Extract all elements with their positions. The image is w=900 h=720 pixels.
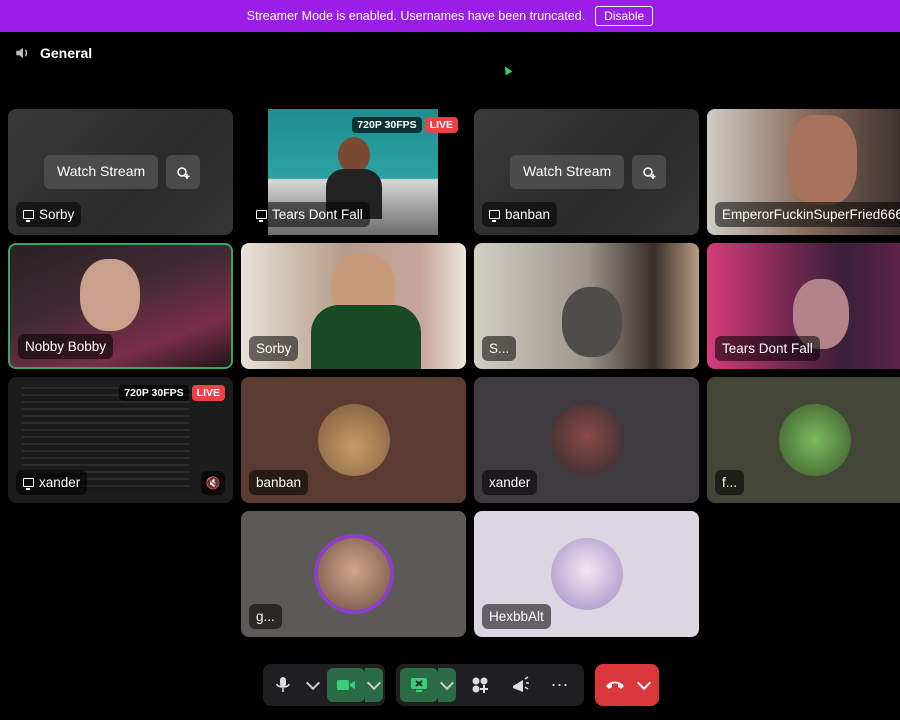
microphone-button[interactable] [263, 668, 303, 702]
screen-share-icon [23, 478, 34, 490]
disconnect-options-button[interactable] [635, 668, 653, 702]
participant-name: xander [16, 470, 88, 495]
participant-name: g... [249, 604, 282, 629]
popout-watch-icon[interactable] [166, 155, 201, 189]
video-tile-tears-dont-fall[interactable]: Tears Dont Fall [707, 243, 900, 369]
avatar-tile-g[interactable]: g... [241, 511, 466, 637]
more-options-button[interactable]: ⋯ [540, 668, 580, 702]
channel-name: General [40, 45, 93, 61]
participant-video [562, 287, 622, 357]
camera-options-button[interactable] [365, 668, 383, 702]
avatar-tile-xander[interactable]: xander [474, 377, 699, 503]
hang-up-icon [606, 681, 624, 689]
participant-name: f... [715, 470, 745, 495]
avatar [317, 538, 390, 610]
banner-message: Streamer Mode is enabled. Usernames have… [246, 9, 586, 23]
avatar [779, 404, 852, 476]
stream-tile-xander[interactable]: 720P 30FPS LIVE 🔇 xander [8, 377, 233, 503]
participant-video [80, 259, 140, 331]
stream-tile-tears-dont-fall[interactable]: 720P 30FPS LIVE Tears Dont Fall [241, 109, 466, 235]
participant-name: Nobby Bobby [18, 334, 114, 359]
chevron-down-icon [636, 675, 652, 691]
streamer-mode-banner: Streamer Mode is enabled. Usernames have… [0, 0, 900, 32]
participant-name: Tears Dont Fall [715, 336, 820, 361]
quality-badge: 720P 30FPS [119, 385, 189, 401]
activities-icon [472, 677, 488, 693]
participant-video [787, 115, 857, 205]
microphone-options-button[interactable] [303, 668, 323, 702]
chevron-down-icon [439, 675, 455, 691]
live-badge: LIVE [191, 385, 225, 401]
chevron-down-icon [305, 675, 321, 691]
video-tile-s[interactable]: S... [474, 243, 699, 369]
screen-share-icon [23, 210, 34, 222]
screen-share-icon [256, 210, 267, 222]
participant-name: EmperorFuckinSuperFried666 [715, 202, 900, 227]
speaker-icon [16, 47, 28, 59]
popout-watch-icon[interactable] [632, 155, 667, 189]
disconnect-button[interactable] [595, 668, 635, 702]
soundboard-button[interactable] [500, 668, 540, 702]
channel-header: General [14, 44, 92, 62]
stream-tile-banban[interactable]: Watch Stream banban [474, 109, 699, 235]
camera-icon [337, 680, 355, 690]
video-tile-sorby[interactable]: Sorby [241, 243, 466, 369]
participant-name: banban [249, 470, 309, 495]
screen-share-icon [489, 210, 500, 222]
disconnect-controls [595, 664, 659, 706]
avatar [550, 538, 623, 610]
avatar-tile-banban[interactable]: banban [241, 377, 466, 503]
stream-tile-sorby[interactable]: Watch Stream Sorby [8, 109, 233, 235]
soundboard-icon [513, 676, 529, 692]
avatar [317, 404, 390, 476]
participant-name: Sorby [16, 202, 82, 227]
participant-name: banban [482, 202, 558, 227]
live-badge: LIVE [424, 117, 458, 133]
watch-stream-button[interactable]: Watch Stream [510, 155, 625, 189]
avatar-tile-hexbbalt[interactable]: HexbbAlt [474, 511, 699, 637]
mouse-cursor [501, 64, 513, 76]
participant-name: Tears Dont Fall [249, 202, 370, 227]
participant-name: Sorby [249, 336, 299, 361]
camera-button[interactable] [327, 668, 365, 702]
more-icon: ⋯ [550, 674, 570, 695]
screen-share-options-button[interactable] [438, 668, 456, 702]
participant-name: xander [482, 470, 538, 495]
video-tile-emperor[interactable]: EmperorFuckinSuperFried666 [707, 109, 900, 235]
video-tile-nobby-bobby[interactable]: Nobby Bobby [8, 243, 233, 369]
microphone-icon [276, 677, 290, 692]
activities-button[interactable] [460, 668, 500, 702]
screen-share-button[interactable] [400, 668, 438, 702]
screen-share-icon [411, 678, 427, 692]
disable-button[interactable]: Disable [595, 6, 654, 26]
activity-controls: ⋯ [396, 664, 584, 706]
stream-muted-icon[interactable]: 🔇 [201, 471, 225, 495]
watch-stream-button[interactable]: Watch Stream [44, 155, 159, 189]
quality-badge: 720P 30FPS [352, 117, 422, 133]
participant-name: S... [482, 336, 517, 361]
audio-video-controls [263, 664, 385, 706]
avatar [550, 404, 623, 476]
avatar-tile-f[interactable]: f... [707, 377, 900, 503]
participant-name: HexbbAlt [482, 604, 551, 629]
chevron-down-icon [366, 675, 382, 691]
